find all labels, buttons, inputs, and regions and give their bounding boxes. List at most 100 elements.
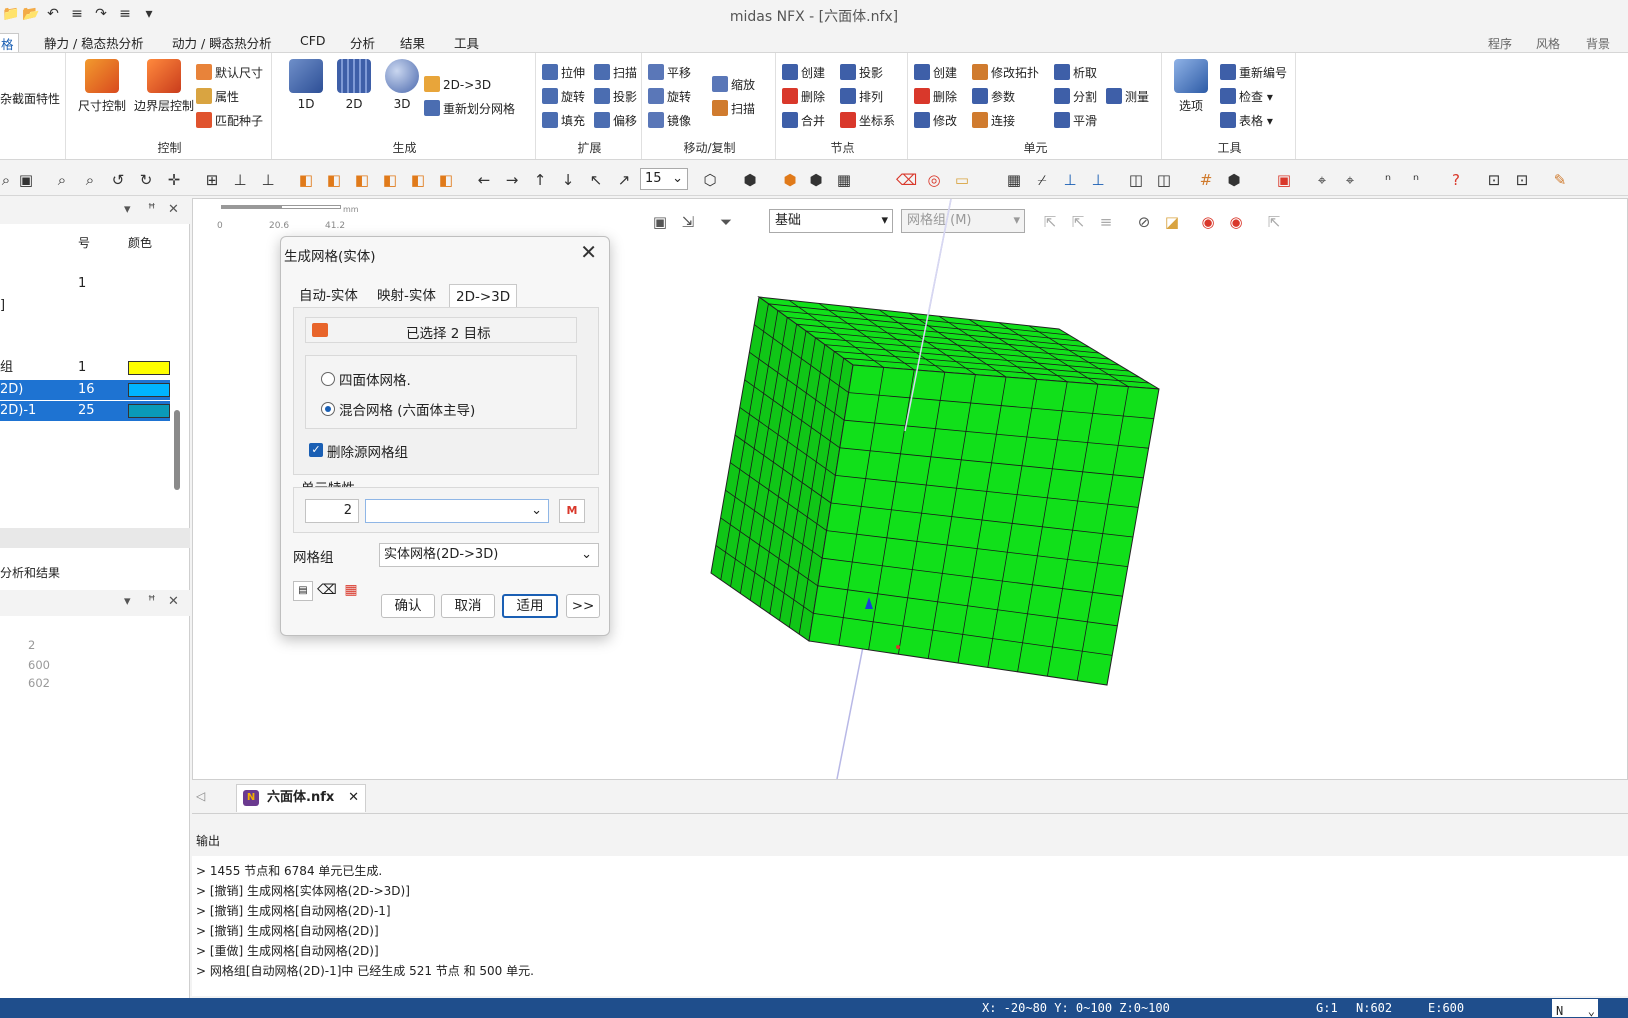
apply-button[interactable]: 适用 (502, 594, 558, 618)
pan-icon[interactable]: ✛ (164, 170, 184, 190)
tab-static[interactable]: 静力 / 稳态热分析 (40, 33, 148, 52)
tab-analysis[interactable]: 分析 (346, 33, 379, 52)
panel-menu-icon[interactable]: ▾ (124, 202, 131, 217)
sweep-button[interactable]: 扫描 (594, 63, 637, 83)
rotate-button[interactable]: 旋转 (648, 87, 691, 107)
label-icon[interactable]: ▭ (952, 170, 972, 190)
prop-select[interactable]: ⌄ (365, 499, 549, 523)
elem-number-icon[interactable]: ⁿ (1406, 170, 1426, 190)
size-control-button[interactable]: 尺寸控制 (74, 59, 130, 114)
tab-cfd[interactable]: CFD (296, 33, 330, 52)
zoom-fit-icon[interactable]: ⌕ (80, 170, 100, 190)
arrow-left-icon[interactable]: ← (474, 170, 494, 190)
shade-icon[interactable]: ⬢ (780, 170, 800, 190)
render-mode-icon[interactable]: ⬡ (700, 170, 720, 190)
project-button[interactable]: 投影 (594, 87, 637, 107)
elem-split-button[interactable]: 分割 (1054, 87, 1097, 107)
view-back-icon[interactable]: ◧ (352, 170, 372, 190)
revolve-button[interactable]: 旋转 (542, 87, 585, 107)
eraser-icon[interactable]: ⌫ (896, 170, 917, 190)
mesh-1d-button[interactable]: 1D (286, 59, 326, 111)
elem-pick-icon[interactable]: ⌖ (1340, 170, 1360, 190)
tree-row[interactable]: 2D) 16 (0, 380, 170, 400)
view-top-icon[interactable]: ◧ (436, 170, 456, 190)
document-tab-hexahedron[interactable]: N 六面体.nfx ✕ (236, 784, 366, 812)
node-pick-icon[interactable]: ⌖ (1312, 170, 1332, 190)
elem-create-button[interactable]: 创建 (914, 63, 957, 83)
node-delete-button[interactable]: 删除 (782, 87, 825, 107)
tab-auto-solid[interactable]: 自动-实体 (293, 284, 364, 308)
close-icon[interactable]: ✕ (348, 785, 359, 811)
tab-results[interactable]: 结果 (396, 33, 429, 52)
elem-modify-button[interactable]: 修改 (914, 111, 957, 131)
mesh-3d-button[interactable]: 3D (382, 59, 422, 111)
tree-row[interactable]: 组 1 (0, 358, 170, 378)
view-front-icon[interactable]: ◧ (324, 170, 344, 190)
tree-row[interactable]: 2D)-1 25 (0, 401, 170, 421)
rotate-right-icon[interactable]: ↻ (136, 170, 156, 190)
mesh-2d-button[interactable]: 2D (334, 59, 374, 111)
node-number-icon[interactable]: ⁿ (1378, 170, 1398, 190)
zoom-icon[interactable]: ⌕ (52, 170, 72, 190)
color-swatch[interactable] (128, 404, 170, 418)
panel-menu-icon[interactable]: ▾ (124, 594, 131, 609)
boundary-layer-button[interactable]: 边界层控制 (130, 59, 198, 114)
section-props-button[interactable]: 杂截面特性 (0, 89, 60, 109)
menu-style[interactable]: 风格 (1536, 35, 1560, 52)
translate-button[interactable]: 平移 (648, 63, 691, 83)
hidden-line-icon[interactable]: ⬢ (806, 170, 826, 190)
tree-scrollbar[interactable] (174, 410, 180, 490)
property-button[interactable]: 属性 (196, 87, 239, 107)
check-button[interactable]: 检查 ▾ (1220, 87, 1273, 107)
default-size-button[interactable]: 默认尺寸 (196, 63, 263, 83)
target-selector[interactable]: 已选择 2 目标 (305, 317, 577, 343)
arrow-upleft-icon[interactable]: ↖ (586, 170, 606, 190)
pin-icon[interactable]: ꟸ (148, 202, 156, 217)
menu-program[interactable]: 程序 (1488, 35, 1512, 52)
arrow-right-icon[interactable]: → (502, 170, 522, 190)
mirror-button[interactable]: 镜像 (648, 111, 691, 131)
remesh-button[interactable]: 重新划分网格 (424, 99, 515, 119)
grid-snap-icon[interactable]: # (1196, 170, 1216, 190)
local-axis-icon[interactable]: ⊥ (1060, 170, 1080, 190)
axis-red-icon[interactable]: ⊥ (258, 170, 278, 190)
2d-to-3d-button[interactable]: 2D->3D (424, 75, 491, 95)
tab-dynamic[interactable]: 动力 / 瞬态热分析 (168, 33, 276, 52)
renumber-button[interactable]: 重新编号 (1220, 63, 1287, 83)
view-iso-icon[interactable]: ◧ (296, 170, 316, 190)
measure-button[interactable]: 测量 (1106, 87, 1149, 107)
measure-tool-icon[interactable]: ✎ (1550, 170, 1570, 190)
mesh-display-icon[interactable]: ⬢ (740, 170, 760, 190)
radio-mixed[interactable] (321, 402, 335, 416)
elem-params-button[interactable]: 参数 (972, 87, 1015, 107)
zoom-window-icon[interactable]: ▣ (16, 170, 36, 190)
tree-row[interactable]: ] (0, 296, 170, 316)
capture-icon[interactable]: ⊡ (1512, 170, 1532, 190)
preview-icon[interactable]: ▤ (293, 581, 313, 601)
pin-icon[interactable]: ꟸ (148, 594, 156, 609)
move-sweep-button[interactable]: 扫描 (712, 99, 755, 119)
axis-icon[interactable]: ⊥ (230, 170, 250, 190)
node-coord-button[interactable]: 坐标系 (840, 111, 895, 131)
elem-smooth-button[interactable]: 平滑 (1054, 111, 1097, 131)
arrow-upright-icon[interactable]: ↗ (614, 170, 634, 190)
ok-button[interactable]: 确认 (381, 594, 435, 618)
node-merge-button[interactable]: 合并 (782, 111, 825, 131)
tree-row[interactable]: 1 (0, 274, 170, 294)
elem-connect-button[interactable]: 连接 (972, 111, 1015, 131)
mesh-group-select[interactable]: 实体网格(2D->3D) ⌄ (379, 543, 599, 567)
section-view-icon[interactable]: ◫ (1126, 170, 1146, 190)
global-axis-icon[interactable]: ⊥ (1088, 170, 1108, 190)
network-icon[interactable]: ⊡ (1484, 170, 1504, 190)
arrow-up-icon[interactable]: ↑ (530, 170, 550, 190)
scale-button[interactable]: 缩放 (712, 75, 755, 95)
tab-tools[interactable]: 工具 (450, 33, 483, 52)
unit-select[interactable]: N ⌄ (1552, 999, 1598, 1018)
close-icon[interactable]: ✕ (580, 240, 597, 264)
grid-icon[interactable]: ⊞ (202, 170, 222, 190)
tab-map-solid[interactable]: 映射-实体 (371, 284, 442, 308)
radio-tetra[interactable] (321, 372, 335, 386)
view-cube-icon[interactable]: ⬢ (1224, 170, 1244, 190)
tree-hscrollbar[interactable] (0, 528, 190, 548)
eraser-icon[interactable]: ⌫ (317, 581, 337, 601)
